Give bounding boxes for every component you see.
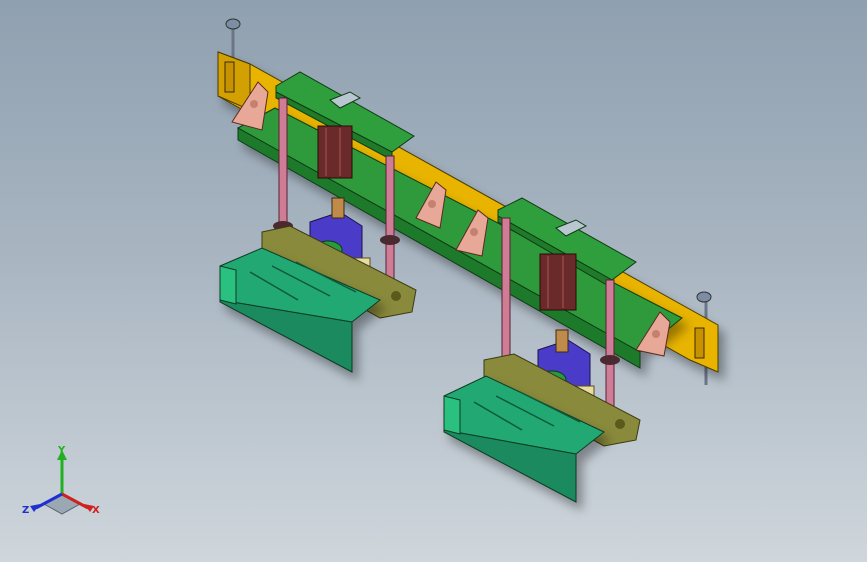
orientation-triad[interactable]: Y X Z	[22, 446, 112, 526]
triad-x-label: X	[92, 505, 100, 516]
triad-z-label: Z	[22, 505, 30, 516]
left-cylinder[interactable]	[317, 125, 353, 179]
assembly-model[interactable]	[0, 0, 867, 562]
cad-viewport[interactable]: Y X Z	[0, 0, 867, 562]
triad-y-label: Y	[58, 445, 66, 456]
right-cylinder[interactable]	[539, 253, 577, 311]
left-bolt[interactable]	[225, 18, 241, 60]
